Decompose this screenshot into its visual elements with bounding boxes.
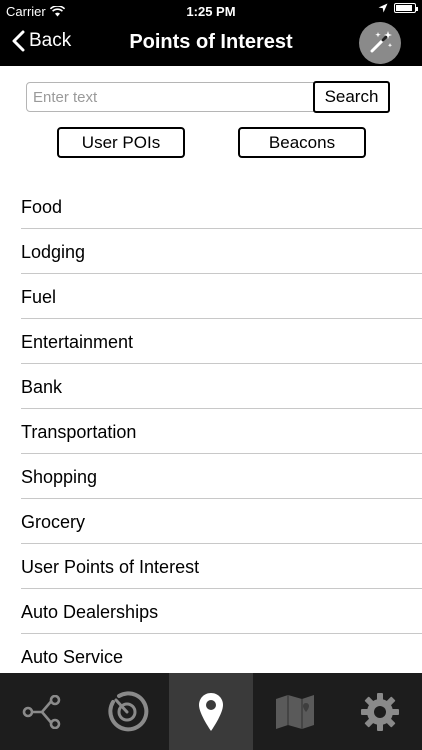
list-item[interactable]: Entertainment [0, 319, 422, 364]
list-item[interactable]: Grocery [0, 499, 422, 544]
radar-icon [107, 690, 148, 731]
map-pin-icon [199, 692, 224, 731]
search-input[interactable] [26, 82, 314, 112]
status-bar: Carrier 1:25 PM [0, 0, 422, 22]
list-item[interactable]: Food [0, 184, 422, 229]
back-label: Back [29, 30, 72, 51]
magic-wand-button[interactable] [359, 22, 401, 64]
tab-points-of-interest[interactable] [168, 673, 254, 750]
list-item-label: Grocery [21, 512, 86, 532]
list-item-label: Lodging [21, 242, 86, 262]
list-item[interactable]: Shopping [0, 454, 422, 499]
gear-icon [360, 692, 399, 731]
list-item-label: Shopping [21, 467, 98, 487]
search-bar: Search [26, 81, 390, 113]
list-item[interactable]: Lodging [0, 229, 422, 274]
list-item-label: Food [21, 197, 63, 217]
tab-radar[interactable] [84, 673, 168, 750]
map-icon [276, 694, 315, 729]
list-item-label: Bank [21, 377, 63, 397]
location-arrow-icon [378, 3, 388, 13]
battery-icon [394, 3, 418, 13]
list-item[interactable]: User Points of Interest [0, 544, 422, 589]
list-item[interactable]: Bank [0, 364, 422, 409]
list-item[interactable]: Fuel [0, 274, 422, 319]
list-item-label: Transportation [21, 422, 137, 442]
tab-routes[interactable] [0, 673, 84, 750]
list-item-label: Fuel [21, 287, 57, 307]
list-item-label: Entertainment [21, 332, 134, 352]
back-button[interactable]: Back [12, 30, 71, 52]
route-nodes-icon [22, 694, 61, 729]
status-time: 1:25 PM [186, 4, 236, 19]
list-item-label: User Points of Interest [21, 557, 200, 577]
magic-wand-icon [370, 31, 393, 53]
category-list: Food Lodging Fuel Entertainment Bank Transpor… [0, 184, 422, 679]
navigation-bar: Carrier 1:25 PM Back Points of Interest [0, 0, 422, 66]
tab-bar [0, 673, 422, 750]
list-item[interactable]: Transportation [0, 409, 422, 454]
user-pois-button[interactable]: User POIs [57, 127, 185, 158]
tab-map[interactable] [253, 673, 337, 750]
chevron-left-icon [12, 30, 25, 52]
list-item[interactable]: Auto Dealerships [0, 589, 422, 634]
search-button[interactable]: Search [313, 81, 390, 113]
battery-level [396, 5, 413, 11]
list-item-label: Auto Service [21, 647, 124, 667]
tab-settings[interactable] [338, 673, 422, 750]
list-item-label: Auto Dealerships [21, 602, 159, 622]
beacons-button[interactable]: Beacons [238, 127, 366, 158]
